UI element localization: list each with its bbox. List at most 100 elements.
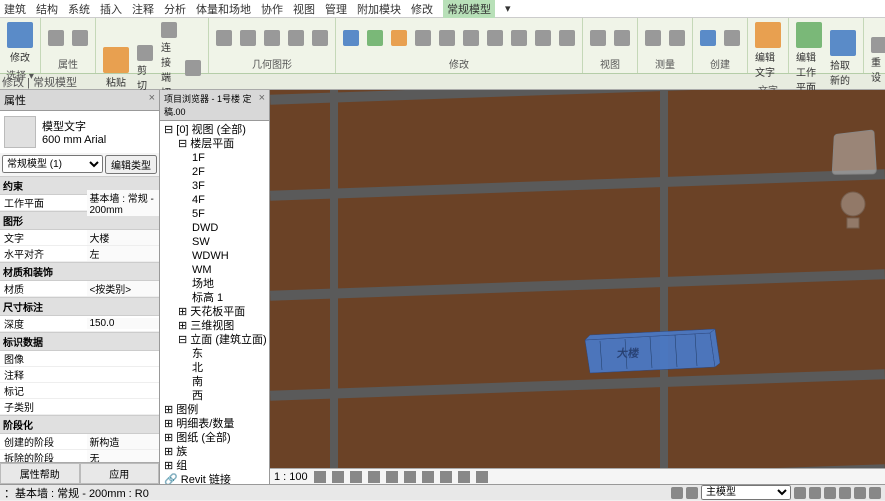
view-cube[interactable] [832, 129, 877, 174]
properties-apply-button[interactable]: 应用 [80, 463, 160, 484]
menu-item[interactable]: 注释 [132, 1, 154, 17]
tree-node[interactable]: ⊞ 三维视图 [162, 319, 267, 333]
menu-item[interactable]: 结构 [36, 1, 58, 17]
ribbon-button[interactable] [460, 28, 482, 48]
menu-item[interactable]: 附加模块 [357, 1, 401, 17]
tree-node[interactable]: 4F [162, 193, 267, 207]
workset-icon[interactable] [671, 487, 683, 499]
ribbon-button[interactable]: 拾取新的 [827, 28, 859, 89]
crop-region-icon[interactable] [422, 471, 434, 483]
shadows-icon[interactable] [368, 471, 380, 483]
menu-item-active[interactable]: 常规模型 [443, 0, 495, 18]
ribbon-button[interactable] [532, 28, 554, 48]
property-category[interactable]: 阶段化 [0, 415, 159, 434]
ribbon-button[interactable] [412, 28, 434, 48]
tree-node[interactable]: 场地 [162, 277, 267, 291]
ribbon-button[interactable]: 修改 [4, 20, 36, 66]
select-underlay-icon[interactable] [809, 487, 821, 499]
property-value[interactable]: 150.0 [87, 318, 159, 329]
ribbon-button[interactable]: 粘贴 [100, 45, 132, 91]
lock-view-icon[interactable] [440, 471, 452, 483]
tree-node[interactable]: 🔗 Revit 链接 [162, 473, 267, 484]
selected-model-text[interactable]: 大楼 [580, 325, 720, 380]
property-value[interactable]: 新构造 [87, 434, 159, 449]
reveal-hidden-icon[interactable] [476, 471, 488, 483]
ribbon-button[interactable] [309, 28, 331, 48]
ribbon-button[interactable] [261, 28, 283, 48]
ribbon-button[interactable] [213, 28, 235, 48]
menu-item[interactable]: 插入 [100, 1, 122, 17]
ribbon-button[interactable] [285, 28, 307, 48]
menu-item[interactable]: 视图 [293, 1, 315, 17]
tree-node[interactable]: 2F [162, 165, 267, 179]
select-face-icon[interactable] [839, 487, 851, 499]
ribbon-button[interactable] [508, 28, 530, 48]
tree-node[interactable]: ⊟ [0] 视图 (全部) [162, 123, 267, 137]
visual-style-icon[interactable] [332, 471, 344, 483]
tree-node[interactable]: 1F [162, 151, 267, 165]
scale-display[interactable]: 1 : 100 [274, 471, 308, 483]
ribbon-button[interactable] [556, 28, 578, 48]
rendering-icon[interactable] [386, 471, 398, 483]
3d-viewport[interactable]: 大楼 [270, 90, 885, 484]
tree-node[interactable]: 3F [162, 179, 267, 193]
ribbon-button[interactable] [436, 28, 458, 48]
tree-node[interactable]: 东 [162, 347, 267, 361]
tree-node[interactable]: ⊞ 组 [162, 459, 267, 473]
ribbon-button[interactable] [697, 28, 719, 48]
type-selector[interactable]: 模型文字 600 mm Arial [0, 111, 159, 153]
crop-view-icon[interactable] [404, 471, 416, 483]
ribbon-button[interactable] [182, 58, 204, 78]
ribbon-button[interactable] [45, 28, 67, 48]
ribbon-button[interactable]: 编辑工作平面 [793, 20, 825, 96]
select-pinned-icon[interactable] [824, 487, 836, 499]
property-value[interactable]: <按类别> [87, 281, 159, 296]
ribbon-button[interactable] [642, 28, 664, 48]
tree-node[interactable]: ⊞ 明细表/数量 [162, 417, 267, 431]
model-selector[interactable]: 主模型 [701, 485, 791, 500]
tree-node[interactable]: SW [162, 235, 267, 249]
property-value[interactable]: 大楼 [87, 230, 159, 245]
tree-node[interactable]: WM [162, 263, 267, 277]
tree-node[interactable]: 西 [162, 389, 267, 403]
ribbon-button[interactable] [611, 28, 633, 48]
ribbon-button[interactable]: 重设 [868, 35, 885, 86]
sun-path-icon[interactable] [350, 471, 362, 483]
detail-level-icon[interactable] [314, 471, 326, 483]
ribbon-button[interactable] [484, 28, 506, 48]
edit-type-button[interactable]: 编辑类型 [105, 155, 157, 174]
ribbon-button[interactable] [587, 28, 609, 48]
property-category[interactable]: 尺寸标注 [0, 297, 159, 316]
filter-icon[interactable] [869, 487, 881, 499]
drag-elements-icon[interactable] [854, 487, 866, 499]
tree-node[interactable]: ⊞ 天花板平面 [162, 305, 267, 319]
ribbon-button[interactable] [364, 28, 386, 48]
tree-node[interactable]: 北 [162, 361, 267, 375]
close-icon[interactable]: × [149, 92, 155, 108]
menu-item[interactable]: 建筑 [4, 1, 26, 17]
menu-item[interactable]: 管理 [325, 1, 347, 17]
menu-item[interactable]: 修改 [411, 1, 433, 17]
property-category[interactable]: 标识数据 [0, 332, 159, 351]
property-value[interactable]: 左 [87, 246, 159, 261]
tree-node[interactable]: 5F [162, 207, 267, 221]
ribbon-button[interactable] [388, 28, 410, 48]
tree-node[interactable]: ⊞ 图纸 (全部) [162, 431, 267, 445]
properties-help-button[interactable]: 属性帮助 [0, 463, 80, 484]
tree-node[interactable]: WDWH [162, 249, 267, 263]
menu-item[interactable]: 协作 [261, 1, 283, 17]
ribbon-button[interactable] [237, 28, 259, 48]
tree-node[interactable]: ⊟ 楼层平面 [162, 137, 267, 151]
ribbon-button[interactable] [340, 28, 362, 48]
tree-node[interactable]: ⊟ 立面 (建筑立面) [162, 333, 267, 347]
property-value[interactable]: 无 [87, 450, 159, 462]
property-category[interactable]: 材质和装饰 [0, 262, 159, 281]
menu-dropdown-icon[interactable]: ▾ [505, 2, 511, 15]
temp-hide-icon[interactable] [458, 471, 470, 483]
instance-filter-select[interactable]: 常规模型 (1) [2, 155, 103, 173]
close-icon[interactable]: × [259, 92, 265, 118]
ribbon-button[interactable] [69, 28, 91, 48]
select-links-icon[interactable] [794, 487, 806, 499]
tree-node[interactable]: 标高 1 [162, 291, 267, 305]
navigation-bar[interactable] [839, 190, 867, 230]
